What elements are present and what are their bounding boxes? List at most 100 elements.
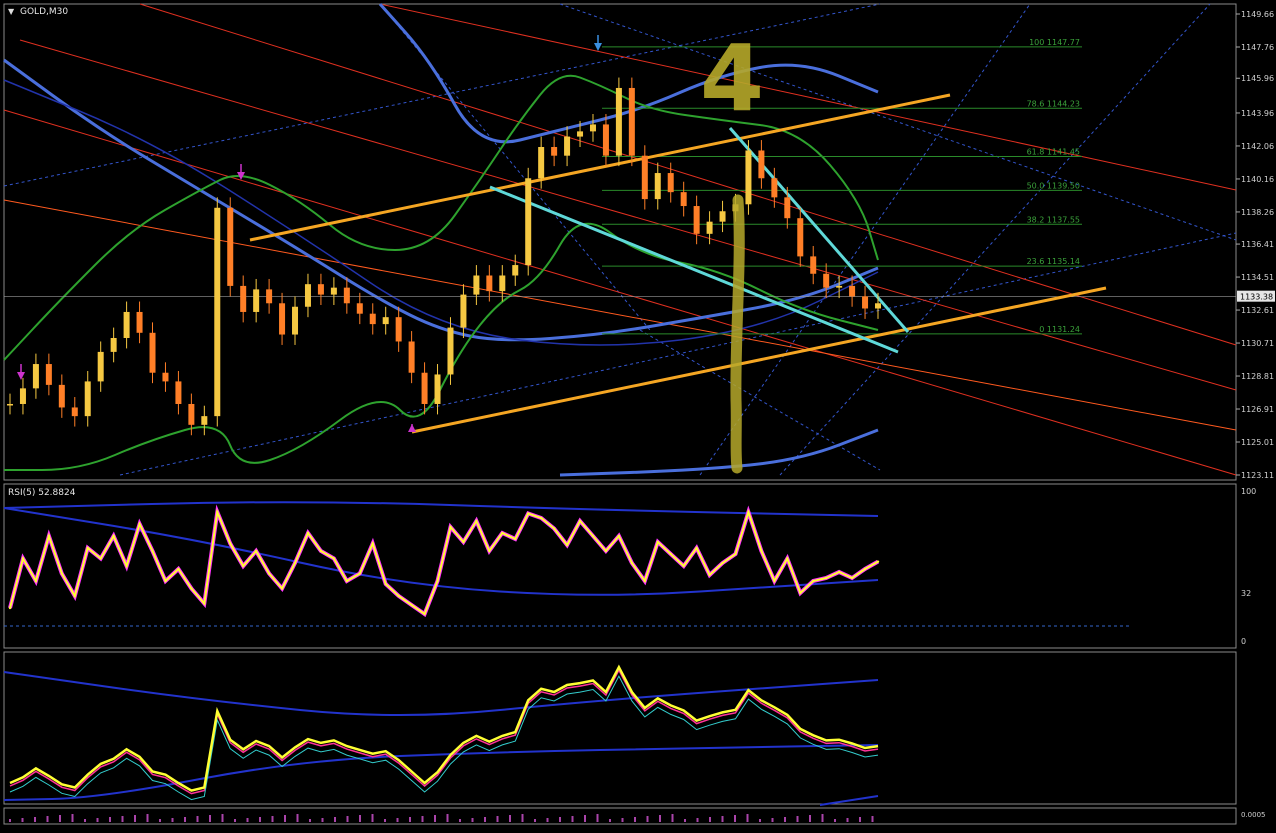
rsi-point [293,561,297,565]
candle-body[interactable] [602,124,609,156]
candle-body[interactable] [693,206,700,234]
rsi-point [604,549,608,553]
rsi-point [60,572,64,575]
rsi-point [850,576,854,580]
candle-body[interactable] [473,275,480,295]
candle-body[interactable] [136,311,143,333]
candle-body[interactable] [175,381,182,404]
window-menu-triangle[interactable]: ▼ [8,7,15,16]
candle-body[interactable] [680,192,687,207]
rsi-point [423,612,426,616]
candle-body[interactable] [84,381,91,417]
candle-body[interactable] [7,403,13,406]
candle-body[interactable] [810,256,817,274]
candle-body[interactable] [123,311,130,339]
fib-level-label: 38.2 1137.55 [1027,215,1080,224]
candle-body[interactable] [577,131,584,137]
candle-body[interactable] [525,178,532,266]
candle-body[interactable] [745,150,752,205]
candle-body[interactable] [330,287,337,295]
candle-body[interactable] [434,374,441,404]
candle-body[interactable] [188,403,195,425]
candle-body[interactable] [797,218,804,257]
wave-annotation-stroke [730,194,745,474]
rsi-point [410,603,413,607]
fib-level-label: 0 1131.24 [1039,325,1080,334]
candle-body[interactable] [875,303,881,309]
rsi-point [760,549,763,553]
candle-body[interactable] [654,173,661,200]
rsi-point [837,570,841,574]
candle-body[interactable] [512,265,519,276]
rsi-point [773,579,776,583]
price-scale-label: 1143.96 [1241,109,1274,118]
candle-body[interactable] [486,275,493,292]
candle-body[interactable] [304,284,311,307]
candle-body[interactable] [641,155,648,200]
fib-level-label: 61.8 1141.45 [1027,148,1080,157]
fib-level-label: 78.6 1144.23 [1027,99,1080,108]
candle-body[interactable] [317,284,324,295]
candle-body[interactable] [771,178,778,198]
candle-body[interactable] [421,372,428,404]
candle-body[interactable] [551,147,558,156]
candle-body[interactable] [71,407,78,417]
candle-body[interactable] [667,173,674,193]
candle-body[interactable] [253,289,260,312]
candle-body[interactable] [97,351,104,382]
candle-body[interactable] [382,317,389,325]
candle-body[interactable] [240,285,247,312]
price-scale-label: 1136.41 [1241,240,1274,249]
candle-body[interactable] [356,303,363,314]
candle-body[interactable] [538,147,545,179]
candle-body[interactable] [836,285,843,288]
rsi-point [384,582,387,586]
candle-body[interactable] [201,416,208,425]
candle-body[interactable] [564,136,571,156]
candle-body[interactable] [369,313,376,325]
candle-body[interactable] [58,384,65,408]
candle-body[interactable] [214,207,221,417]
rsi-point [332,557,336,560]
candle-body[interactable] [615,87,622,156]
candle-body[interactable] [110,338,117,352]
candle-body[interactable] [823,273,830,288]
candle-body[interactable] [19,388,26,404]
rsi-point [306,531,310,535]
rsi-point [734,552,737,556]
rsi-title: RSI(5) 52.8824 [8,488,76,498]
rsi-point [371,542,374,545]
candle-body[interactable] [706,221,713,234]
candle-body[interactable] [149,332,156,373]
candle-body[interactable] [628,87,635,156]
candle-body[interactable] [499,275,506,292]
candle-body[interactable] [227,207,234,286]
rsi-point [216,510,219,514]
candle-body[interactable] [292,306,299,335]
candle-body[interactable] [784,197,791,219]
rsi-point [86,546,89,550]
rsi-point [229,542,232,545]
rsi-point [708,573,711,577]
candle-body[interactable] [45,364,52,385]
candle-body[interactable] [862,296,869,309]
candle-body[interactable] [32,364,39,389]
candle-body[interactable] [343,287,350,304]
candle-body[interactable] [279,303,286,335]
candle-body[interactable] [408,341,415,373]
candle-body[interactable] [162,372,169,382]
candle-body[interactable] [460,294,467,328]
candle-body[interactable] [719,211,726,222]
price-scale-label: 1140.16 [1241,175,1274,184]
current-price-label: 1133.38 [1240,293,1273,302]
candle-body[interactable] [589,124,596,132]
candle-body[interactable] [447,327,454,375]
candle-body[interactable] [395,317,402,342]
rsi-pane-frame[interactable] [3,483,1237,649]
candle-body[interactable] [849,285,856,297]
price-scale-label: 1142.06 [1241,142,1274,151]
candle-body[interactable] [758,150,765,179]
rsi-point [630,561,634,565]
symbol-title: GOLD,M30 [20,7,68,17]
candle-body[interactable] [266,289,273,304]
